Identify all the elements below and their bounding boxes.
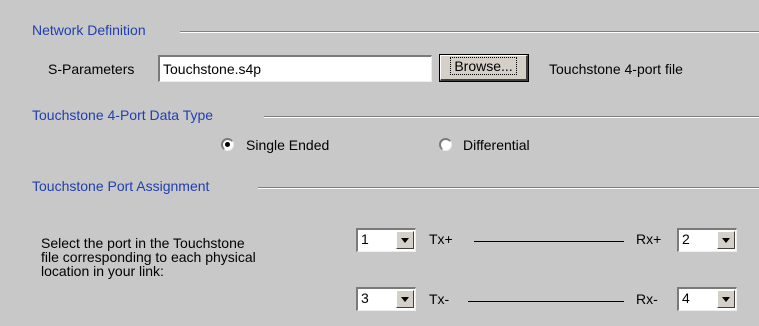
description-line: location in your link: bbox=[41, 263, 164, 279]
tx-plus-port-value: 1 bbox=[361, 231, 369, 247]
s-parameters-label: S-Parameters bbox=[48, 61, 135, 77]
chevron-down-icon[interactable] bbox=[396, 231, 414, 249]
port-assignment-title: Touchstone Port Assignment bbox=[32, 178, 210, 194]
tx-plus-port-select[interactable]: 1 bbox=[356, 228, 416, 252]
tx-minus-port-select[interactable]: 3 bbox=[356, 287, 416, 311]
s-parameters-file-input[interactable] bbox=[158, 55, 432, 82]
link-line bbox=[468, 301, 624, 302]
section-divider bbox=[258, 187, 759, 189]
network-definition-title: Network Definition bbox=[32, 22, 146, 38]
tx-minus-label: Tx- bbox=[429, 291, 450, 307]
single-ended-radio[interactable] bbox=[221, 138, 234, 151]
section-divider bbox=[264, 116, 759, 118]
port-assignment-description: Select the port in the Touchstone file c… bbox=[41, 236, 256, 278]
tx-minus-port-value: 3 bbox=[361, 290, 369, 306]
data-type-title: Touchstone 4-Port Data Type bbox=[32, 107, 214, 123]
differential-label[interactable]: Differential bbox=[463, 137, 530, 153]
file-description: Touchstone 4-port file bbox=[549, 61, 683, 77]
rx-plus-port-value: 2 bbox=[682, 231, 690, 247]
browse-button[interactable]: Browse... bbox=[439, 54, 529, 82]
rx-minus-port-value: 4 bbox=[682, 290, 690, 306]
link-line bbox=[474, 241, 624, 242]
rx-minus-label: Rx- bbox=[636, 291, 658, 307]
tx-plus-label: Tx+ bbox=[429, 231, 453, 247]
section-divider bbox=[180, 31, 759, 33]
browse-button-label: Browse... bbox=[450, 57, 517, 75]
description-line: Select the port in the Touchstone bbox=[41, 235, 245, 251]
description-line: file corresponding to each physical bbox=[41, 249, 256, 265]
chevron-down-icon[interactable] bbox=[717, 231, 735, 249]
rx-plus-port-select[interactable]: 2 bbox=[677, 228, 737, 252]
chevron-down-icon[interactable] bbox=[717, 290, 735, 308]
chevron-down-icon[interactable] bbox=[396, 290, 414, 308]
single-ended-label[interactable]: Single Ended bbox=[246, 137, 329, 153]
differential-radio[interactable] bbox=[439, 138, 452, 151]
rx-minus-port-select[interactable]: 4 bbox=[677, 287, 737, 311]
rx-plus-label: Rx+ bbox=[636, 231, 662, 247]
